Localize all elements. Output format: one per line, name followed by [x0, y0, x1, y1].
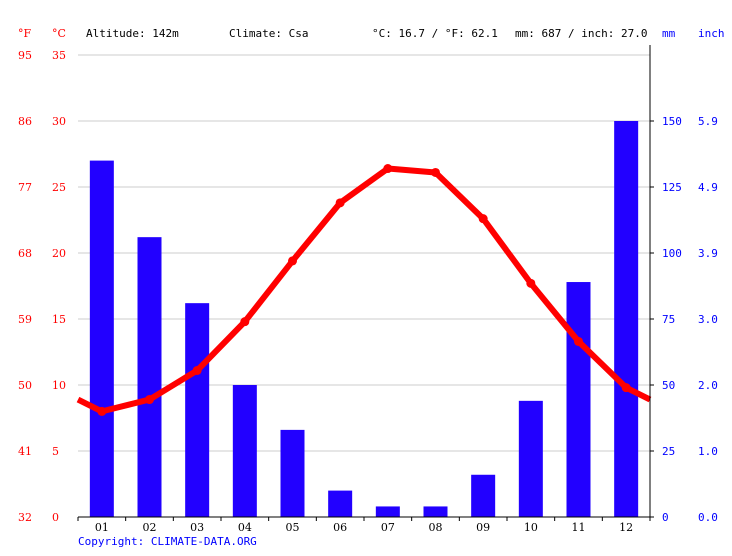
unit-inch-label: inch [698, 27, 725, 40]
precipitation-bar [566, 282, 591, 517]
tick-label-inch: 3.9 [698, 247, 718, 260]
tick-label-mm: 75 [662, 313, 675, 326]
temperature-point [478, 214, 488, 224]
climate-chart: °F °C Altitude: 142m Climate: Csa °C: 16… [18, 27, 725, 548]
tick-label-fahrenheit: 50 [18, 379, 32, 392]
tick-label-celsius: 0 [52, 511, 59, 524]
tick-label-inch: 1.0 [698, 445, 718, 458]
x-tick-label: 08 [429, 521, 443, 534]
unit-mm-label: mm [662, 27, 676, 40]
tick-label-fahrenheit: 41 [18, 445, 32, 458]
x-tick-label: 06 [333, 521, 347, 534]
tick-label-fahrenheit: 86 [18, 115, 32, 128]
precipitation-bar [614, 121, 639, 517]
x-tick-label: 05 [286, 521, 300, 534]
temperature-point [335, 198, 345, 208]
temperature-line-path [76, 165, 652, 415]
unit-celsius-label: °C [52, 27, 66, 40]
precipitation-bar [280, 429, 305, 517]
temperature-point [431, 167, 440, 177]
tick-label-inch: 5.9 [698, 115, 718, 128]
tick-label-inch: 3.0 [698, 313, 718, 326]
precipitation-bar [232, 385, 257, 517]
tick-label-fahrenheit: 59 [18, 313, 32, 326]
temperature-point [526, 278, 536, 288]
tick-label-fahrenheit: 32 [18, 511, 32, 524]
x-tick-label: 02 [143, 521, 157, 534]
precipitation-bar [137, 237, 162, 517]
tick-label-mm: 25 [662, 445, 675, 458]
temperature-point [192, 365, 202, 375]
tick-label-inch: 0.0 [698, 511, 718, 524]
tick-label-celsius: 25 [52, 181, 66, 194]
precipitation-bar [328, 490, 353, 517]
tick-label-mm: 150 [662, 115, 682, 128]
precipitation-bar [518, 400, 543, 517]
tick-label-celsius: 10 [52, 379, 66, 392]
x-tick-label: 11 [572, 521, 586, 534]
tick-label-mm: 100 [662, 247, 682, 260]
tick-label-celsius: 20 [52, 247, 66, 260]
tick-label-celsius: 5 [52, 445, 59, 458]
tick-label-inch: 2.0 [698, 379, 718, 392]
precipitation-bar [471, 474, 496, 517]
tick-label-celsius: 15 [52, 313, 66, 326]
x-tick-label: 10 [524, 521, 538, 534]
unit-fahrenheit-label: °F [18, 27, 32, 40]
x-tick-label: 12 [619, 521, 633, 534]
tick-label-inch: 4.9 [698, 181, 718, 194]
tick-label-celsius: 35 [52, 49, 66, 62]
tick-label-fahrenheit: 77 [18, 181, 32, 194]
x-tick-label: 09 [476, 521, 490, 534]
copyright-label: Copyright: CLIMATE-DATA.ORG [78, 535, 257, 548]
tick-label-mm: 125 [662, 181, 682, 194]
x-tick-label: 07 [381, 521, 395, 534]
tick-label-mm: 0 [662, 511, 669, 524]
precipitation-bar [89, 160, 114, 517]
tick-label-mm: 50 [662, 379, 675, 392]
climate-label: Climate: Csa [229, 27, 308, 40]
precip-total-label: mm: 687 / inch: 27.0 [515, 27, 647, 40]
x-tick-label: 04 [238, 521, 252, 534]
temperature-line [76, 164, 652, 416]
precipitation-bar [185, 303, 210, 517]
tick-label-fahrenheit: 95 [18, 49, 32, 62]
precipitation-bar [375, 506, 400, 517]
temperature-point [574, 336, 583, 346]
altitude-label: Altitude: 142m [86, 27, 179, 40]
temperature-point [145, 395, 154, 405]
precipitation-bar [423, 506, 448, 517]
temperature-point [288, 256, 297, 266]
temperature-point [383, 164, 393, 174]
temperature-point [97, 406, 107, 416]
x-tick-label: 01 [95, 521, 109, 534]
avg-temp-label: °C: 16.7 / °F: 62.1 [372, 27, 498, 40]
tick-label-fahrenheit: 68 [18, 247, 32, 260]
tick-label-celsius: 30 [52, 115, 66, 128]
temperature-point [621, 383, 631, 393]
temperature-point [240, 317, 250, 327]
x-tick-label: 03 [190, 521, 204, 534]
tick-labels: 32 0 41 5 50 10 59 15 68 20 77 25 86 30 95 35 0 0.0 25 1.0 5… [18, 49, 718, 534]
